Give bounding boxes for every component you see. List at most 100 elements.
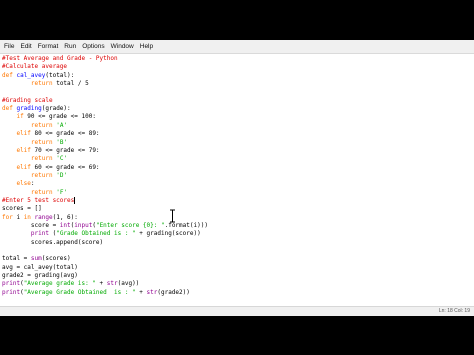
code-token-default: (grade): (41, 105, 71, 113)
code-line: elif 60 <= grade <= 69: (2, 163, 100, 172)
code-token-definition: cal_avey (16, 71, 46, 79)
idle-editor-window: File Edit Format Run Options Window Help #Test… (0, 40, 474, 316)
menu-edit[interactable]: Edit (20, 40, 31, 53)
code-line: def cal_avey(total): (2, 72, 74, 80)
code-line: def grading(grade): (2, 105, 71, 113)
code-token-default: grade2 = grading(avg) (2, 272, 78, 280)
code-token-builtin: sum (30, 255, 42, 263)
code-line: scores.append(score) (2, 239, 103, 247)
mouse-ibeam-cursor-icon (170, 209, 175, 223)
code-line: grade2 = grading(avg) (2, 272, 78, 280)
code-token-comment: #Grading scale (2, 96, 53, 104)
code-token-default: total / 5 (52, 80, 89, 88)
menu-help[interactable]: Help (140, 40, 153, 53)
status-bar: Ln: 18 Col: 19 (0, 306, 474, 316)
menu-run[interactable]: Run (64, 40, 76, 53)
code-line: return 'A' (2, 122, 67, 130)
code-token-keyword: else (16, 180, 31, 188)
cursor-position: Ln: 18 Col: 19 (438, 308, 470, 314)
code-line: print("Average grade is: " + str(avg)) (2, 280, 139, 288)
code-token-keyword: for (2, 213, 13, 221)
code-token-default: avg = cal_avey(total) (2, 263, 78, 271)
code-token-default (2, 164, 16, 171)
code-token-default (2, 189, 31, 196)
code-token-default: (total): (45, 71, 75, 79)
code-token-default (2, 180, 16, 187)
code-token-default (2, 147, 16, 154)
menu-file[interactable]: File (4, 40, 14, 53)
code-token-builtin: print (30, 230, 49, 238)
code-token-builtin: range (34, 213, 53, 221)
code-line: elif 70 <= grade <= 79: (2, 146, 100, 155)
code-token-default (2, 172, 31, 179)
code-token-builtin: str (106, 280, 118, 288)
code-token-default: (avg)) (117, 280, 140, 288)
code-token-string: 'C' (56, 155, 68, 163)
code-token-default: 80 <= grade <= 89: (30, 130, 100, 138)
code-token-default: scores.append(score) (2, 238, 104, 246)
code-line: for i in range(1, 6): (2, 214, 78, 222)
menu-format[interactable]: Format (38, 40, 59, 53)
code-token-keyword: return (30, 155, 53, 163)
code-token-string: "Enter score {0}: " (95, 222, 165, 229)
code-token-comment: #Test Average and Grade - Python (2, 55, 118, 62)
menu-bar: File Edit Format Run Options Window Help (0, 40, 474, 54)
code-token-keyword: elif (16, 130, 31, 138)
code-line: #Grading scale (2, 97, 53, 105)
code-token-builtin: print (2, 288, 21, 296)
code-token-default: scores = [] (2, 205, 42, 213)
code-token-default: + (95, 280, 107, 288)
code-token-comment: #Enter 5 test scores (2, 196, 75, 204)
code-token-comment: #Calculate average (2, 63, 68, 71)
code-token-default: 90 <= grade <= 100: (23, 113, 96, 121)
code-token-keyword: return (30, 138, 53, 146)
code-token-string: 'A' (56, 121, 68, 129)
code-line: return 'D' (2, 172, 67, 180)
code-editor[interactable]: #Test Average and Grade - Python #Calcula… (0, 54, 474, 306)
code-token-default: .format(i))) (164, 222, 208, 229)
menu-options[interactable]: Options (82, 40, 104, 53)
code-token-builtin: print (2, 280, 21, 288)
code-line: #Calculate average (2, 63, 67, 71)
code-line: #Test Average and Grade - Python (2, 55, 118, 63)
code-token-string: 'B' (56, 138, 68, 146)
code-token-keyword: return (30, 188, 53, 196)
code-token-keyword: in (23, 213, 31, 221)
code-line: total = sum(scores) (2, 255, 71, 263)
code-line: return 'F' (2, 189, 67, 197)
code-line: elif 80 <= grade <= 89: (2, 130, 100, 138)
code-line: return 'B' (2, 139, 67, 147)
code-token-keyword: elif (16, 163, 31, 171)
menu-window[interactable]: Window (111, 40, 134, 53)
code-token-default (2, 230, 31, 237)
code-token-default (2, 139, 31, 146)
code-token-default (2, 122, 31, 129)
code-line: print("Average Grade Obtained is : " + s… (2, 289, 190, 297)
code-line: avg = cal_avey(total) (2, 264, 78, 272)
code-token-builtin: int (59, 222, 71, 229)
code-token-default: 70 <= grade <= 79: (30, 146, 100, 154)
code-token-builtin: str (146, 288, 158, 296)
text-cursor (74, 196, 76, 204)
code-token-string: "Grade Obtained is : " (56, 230, 136, 238)
code-token-default: (grade2)) (157, 288, 190, 296)
code-token-string: "Average grade is: " (23, 280, 96, 288)
code-token-string: 'D' (56, 171, 68, 179)
code-token-default (2, 80, 31, 87)
code-token-default: i (12, 213, 24, 221)
code-token-default: (scores) (41, 255, 71, 263)
code-line: return 'C' (2, 155, 67, 163)
code-token-default: score = (2, 222, 60, 229)
code-line: scores = [] (2, 205, 42, 213)
code-token-builtin: input (74, 222, 93, 229)
code-token-default (2, 155, 31, 162)
code-token-string: "Average Grade Obtained is : " (23, 288, 136, 296)
code-token-default: total = (2, 255, 31, 263)
code-token-keyword: elif (16, 146, 31, 154)
code-line: score = int(input("Enter score {0}: ".fo… (2, 222, 208, 230)
code-line: else: (2, 180, 34, 188)
code-token-keyword: def (2, 105, 17, 113)
code-token-default: 60 <= grade <= 69: (30, 163, 100, 171)
code-token-string: 'F' (56, 188, 68, 196)
code-line: return total / 5 (2, 80, 89, 88)
